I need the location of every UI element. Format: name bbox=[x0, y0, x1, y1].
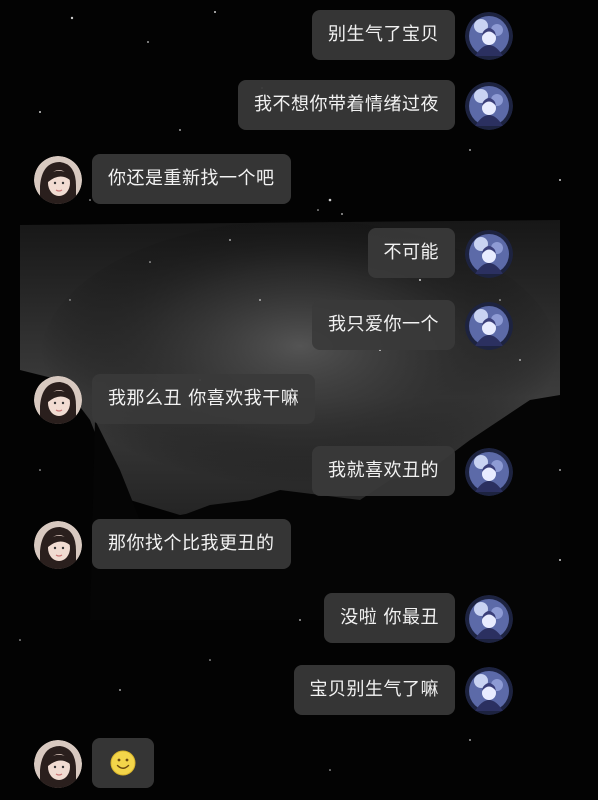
smiley-emoji-icon bbox=[110, 750, 136, 776]
message-row: 我不想你带着情绪过夜 bbox=[0, 80, 598, 130]
message-row: 我就喜欢丑的 bbox=[0, 446, 598, 496]
message-bubble[interactable]: 我不想你带着情绪过夜 bbox=[238, 80, 455, 130]
anime-avatar-icon bbox=[465, 595, 513, 643]
message-bubble[interactable]: 我那么丑 你喜欢我干嘛 bbox=[92, 374, 316, 424]
self-avatar[interactable] bbox=[465, 595, 513, 643]
self-avatar[interactable] bbox=[465, 230, 513, 278]
anime-avatar-icon bbox=[465, 448, 513, 496]
message-row: 别生气了宝贝 bbox=[0, 10, 598, 60]
emoji-message-bubble[interactable] bbox=[92, 738, 154, 788]
message-row: 我只爱你一个 bbox=[0, 300, 598, 350]
message-row: 宝贝别生气了嘛 bbox=[0, 665, 598, 715]
anime-avatar-icon bbox=[465, 667, 513, 715]
anime-avatar-icon bbox=[465, 82, 513, 130]
message-row: 那你找个比我更丑的 bbox=[0, 519, 598, 569]
girl-avatar-icon bbox=[34, 376, 82, 424]
message-row: 没啦 你最丑 bbox=[0, 593, 598, 643]
message-bubble[interactable]: 你还是重新找一个吧 bbox=[92, 154, 291, 204]
anime-avatar-icon bbox=[465, 302, 513, 350]
message-bubble[interactable]: 别生气了宝贝 bbox=[312, 10, 455, 60]
self-avatar[interactable] bbox=[465, 82, 513, 130]
self-avatar[interactable] bbox=[465, 448, 513, 496]
contact-avatar[interactable] bbox=[34, 376, 82, 424]
message-bubble[interactable]: 我只爱你一个 bbox=[312, 300, 455, 350]
contact-avatar[interactable] bbox=[34, 156, 82, 204]
message-bubble[interactable]: 宝贝别生气了嘛 bbox=[293, 665, 455, 715]
message-bubble[interactable]: 没啦 你最丑 bbox=[324, 593, 455, 643]
message-bubble[interactable]: 那你找个比我更丑的 bbox=[92, 519, 291, 569]
girl-avatar-icon bbox=[34, 740, 82, 788]
chat-screen: 别生气了宝贝 我不想你带着情绪过夜 你还是重新找一个吧 不可能 我只爱你一个 我… bbox=[0, 0, 598, 800]
contact-avatar[interactable] bbox=[34, 740, 82, 788]
contact-avatar[interactable] bbox=[34, 521, 82, 569]
self-avatar[interactable] bbox=[465, 12, 513, 60]
girl-avatar-icon bbox=[34, 521, 82, 569]
message-row: 不可能 bbox=[0, 228, 598, 278]
anime-avatar-icon bbox=[465, 230, 513, 278]
anime-avatar-icon bbox=[465, 12, 513, 60]
message-row bbox=[0, 738, 598, 788]
message-bubble[interactable]: 不可能 bbox=[367, 228, 455, 278]
girl-avatar-icon bbox=[34, 156, 82, 204]
self-avatar[interactable] bbox=[465, 302, 513, 350]
message-row: 你还是重新找一个吧 bbox=[0, 154, 598, 204]
self-avatar[interactable] bbox=[465, 667, 513, 715]
message-row: 我那么丑 你喜欢我干嘛 bbox=[0, 374, 598, 424]
message-bubble[interactable]: 我就喜欢丑的 bbox=[312, 446, 455, 496]
